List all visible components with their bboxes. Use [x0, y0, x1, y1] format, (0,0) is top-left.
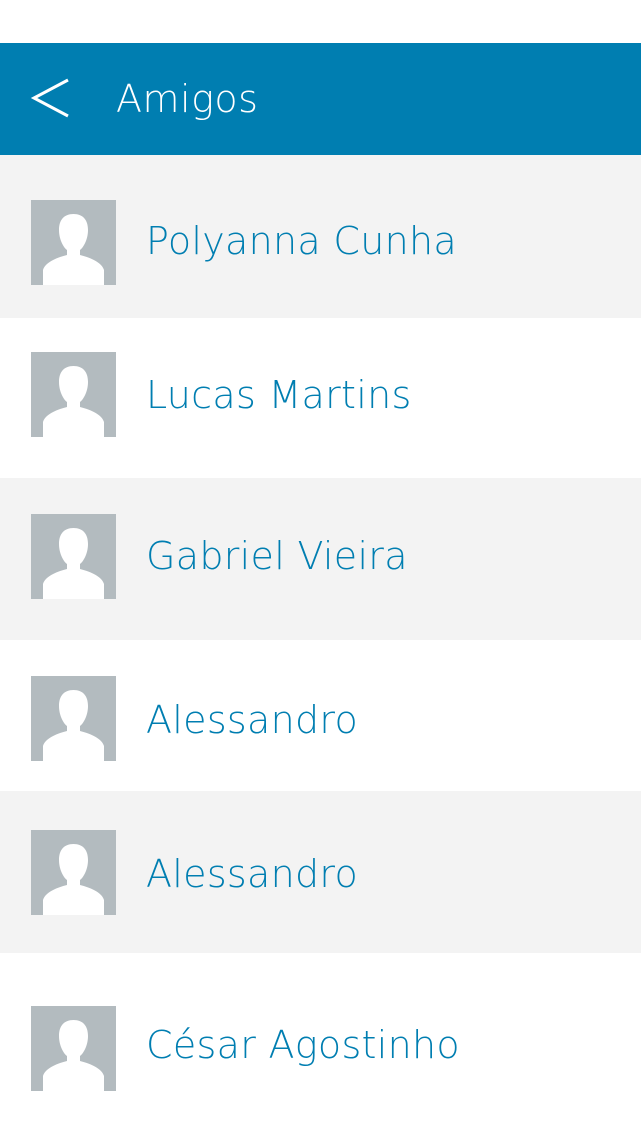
list-item[interactable]: Lucas Martins — [0, 318, 641, 478]
friend-name: Gabriel Vieira — [146, 534, 408, 578]
user-silhouette-icon — [43, 690, 104, 761]
list-item[interactable]: César Agostinho — [0, 953, 641, 1137]
friend-name: Alessandro — [146, 852, 359, 896]
avatar — [31, 200, 116, 285]
friend-name: Polyanna Cunha — [146, 219, 457, 263]
list-item[interactable]: Alessandro — [0, 640, 641, 791]
user-silhouette-icon — [43, 844, 104, 915]
friend-name: Lucas Martins — [146, 373, 412, 417]
back-button[interactable] — [28, 73, 76, 123]
user-silhouette-icon — [43, 366, 104, 437]
page-title: Amigos — [116, 77, 259, 121]
chevron-left-icon — [30, 78, 69, 118]
list-item[interactable]: Gabriel Vieira — [0, 478, 641, 640]
user-silhouette-icon — [43, 528, 104, 599]
list-item[interactable]: Alessandro — [0, 791, 641, 953]
friend-name: Alessandro — [146, 698, 359, 742]
user-silhouette-icon — [43, 1020, 104, 1091]
user-silhouette-icon — [43, 214, 104, 285]
status-bar — [0, 0, 641, 43]
friend-list: Polyanna Cunha Lucas Martins Gabriel Vie… — [0, 155, 641, 1137]
avatar — [31, 352, 116, 437]
avatar — [31, 676, 116, 761]
avatar — [31, 830, 116, 915]
avatar — [31, 514, 116, 599]
app-header: Amigos — [0, 43, 641, 155]
avatar — [31, 1006, 116, 1091]
friend-name: César Agostinho — [146, 1023, 460, 1067]
list-item[interactable]: Polyanna Cunha — [0, 155, 641, 318]
